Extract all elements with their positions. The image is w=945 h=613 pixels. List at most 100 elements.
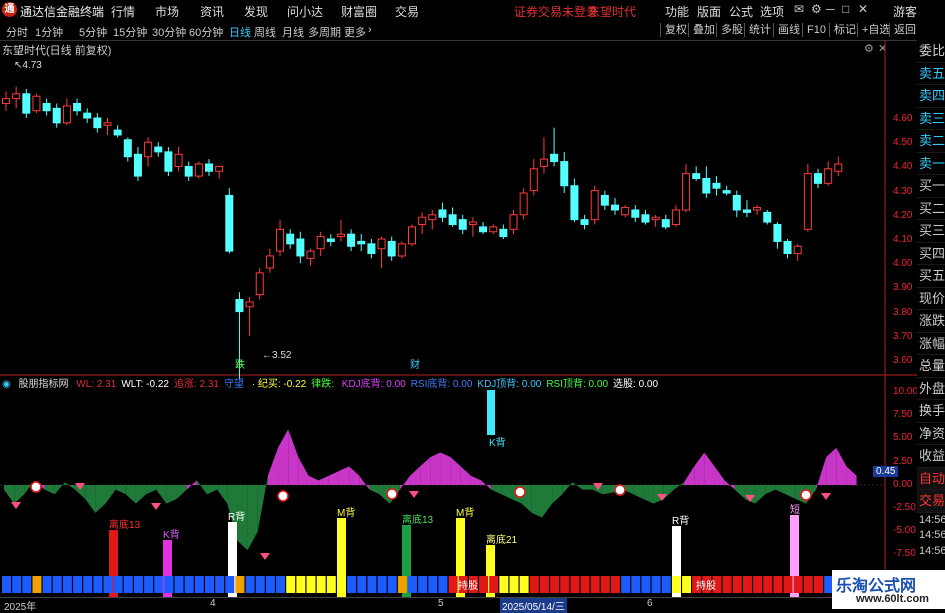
candle-body: [306, 250, 315, 259]
oscillator-area: [338, 466, 350, 485]
state-block: [671, 576, 681, 593]
quote-row[interactable]: 卖五: [917, 62, 945, 85]
maximize-icon[interactable]: □: [842, 2, 849, 16]
quote-row[interactable]: 涨幅: [917, 332, 945, 355]
period-tick[interactable]: 分时: [6, 24, 28, 40]
stock-name-link[interactable]: 东望时代: [588, 3, 636, 20]
state-block: [306, 576, 316, 593]
quote-row[interactable]: 买二: [917, 197, 945, 220]
quote-row[interactable]: 买五: [917, 265, 945, 288]
quote-row[interactable]: 净资: [917, 422, 945, 445]
period-weekly[interactable]: 周线: [254, 24, 276, 40]
btn-back[interactable]: 返回: [889, 23, 920, 37]
period-30min[interactable]: 30分钟: [152, 24, 186, 40]
btn-adjust[interactable]: 复权: [660, 23, 691, 37]
btn-draw[interactable]: 画线: [773, 23, 804, 37]
menu-trade[interactable]: 交易: [395, 3, 419, 20]
settings-icon[interactable]: ⚙: [811, 2, 822, 16]
candle-body: [144, 141, 153, 158]
quote-row[interactable]: 现价: [917, 287, 945, 310]
quote-row[interactable]: 卖一: [917, 152, 945, 175]
state-block: [336, 576, 346, 593]
period-5min[interactable]: 5分钟: [79, 24, 107, 40]
btn-mark[interactable]: 标记: [829, 23, 860, 37]
indicator-collapse-icon[interactable]: ◉: [2, 379, 11, 390]
oscillator-area: [734, 485, 745, 499]
period-multi[interactable]: 多周期: [308, 24, 341, 40]
quote-row[interactable]: 卖四: [917, 85, 945, 108]
oscillator-area: [14, 485, 25, 504]
candle-body: [255, 272, 264, 296]
oscillator-area: [328, 471, 339, 485]
oscillator-area: [115, 485, 126, 495]
quote-row[interactable]: 买一: [917, 175, 945, 198]
btn-multistock[interactable]: 多股: [716, 23, 747, 37]
signal-label: M背: [337, 506, 355, 519]
kline-chart[interactable]: ↖4.73 ←3.52 跌 财离底13 K背 R背 M背离底13 M背离底21 R背 短 K背持股 持…: [0, 40, 917, 597]
oscillator-area: [816, 457, 827, 490]
menu-function[interactable]: 功能: [665, 3, 689, 20]
state-block: [600, 576, 610, 593]
quote-row[interactable]: 买三: [917, 220, 945, 243]
menu-ask[interactable]: 问小达: [287, 3, 323, 20]
quote-row[interactable]: 收益: [917, 445, 945, 468]
candle-body: [428, 214, 437, 221]
menu-options[interactable]: 选项: [760, 3, 784, 20]
state-block: [529, 576, 539, 593]
oscillator-area: [369, 485, 380, 495]
btn-overlay[interactable]: 叠加: [688, 23, 719, 37]
indicator-tick-label: 0.00: [893, 478, 913, 490]
period-daily[interactable]: 日线: [229, 24, 251, 40]
minimize-icon[interactable]: ─: [826, 2, 835, 16]
candle-body: [753, 207, 762, 211]
candle-body: [489, 226, 498, 233]
btn-stats[interactable]: 统计: [744, 23, 775, 37]
oscillator-area: [288, 429, 299, 485]
indicator-field: RSI顶背: 0.00: [546, 379, 609, 390]
quote-row[interactable]: 委比: [917, 40, 945, 63]
quote-row[interactable]: 换手: [917, 400, 945, 423]
signal-label: 短: [790, 503, 800, 516]
period-toolbar: 分时 1分钟 5分钟 15分钟 30分钟 60分钟 日线 周线 月线 多周期 更…: [0, 21, 945, 41]
period-more[interactable]: 更多: [344, 24, 366, 40]
chevron-right-icon[interactable]: ›: [368, 24, 372, 36]
buy-marker: [386, 488, 398, 500]
menu-news[interactable]: 资讯: [200, 3, 224, 20]
menu-layout[interactable]: 版面: [697, 3, 721, 20]
state-block: [803, 576, 813, 593]
candle-body: [225, 194, 234, 252]
oscillator-area: [95, 485, 106, 513]
period-15min[interactable]: 15分钟: [113, 24, 147, 40]
quote-row[interactable]: 外盘: [917, 377, 945, 400]
candle-body: [773, 223, 782, 242]
btn-f10[interactable]: F10: [802, 23, 830, 37]
period-60min[interactable]: 60分钟: [189, 24, 223, 40]
state-block: [367, 576, 377, 593]
menu-wealth[interactable]: 财富圈: [341, 3, 377, 20]
quote-row[interactable]: 卖三: [917, 107, 945, 130]
indicator-name[interactable]: 股朋指标网: [19, 379, 69, 390]
quote-row[interactable]: 总量: [917, 355, 945, 378]
state-block: [560, 576, 570, 593]
buy-marker: [30, 481, 42, 493]
menu-exchange[interactable]: 市场: [155, 3, 179, 20]
mail-icon[interactable]: ✉: [794, 2, 804, 16]
period-monthly[interactable]: 月线: [282, 24, 304, 40]
quote-row[interactable]: 交易: [917, 490, 945, 513]
quote-row[interactable]: 卖二: [917, 130, 945, 153]
candle-body: [692, 173, 701, 180]
quote-row[interactable]: 涨跌: [917, 310, 945, 333]
menu-market[interactable]: 行情: [111, 3, 135, 20]
candle-body: [397, 243, 406, 257]
period-1min[interactable]: 1分钟: [35, 24, 63, 40]
close-icon[interactable]: ✕: [858, 2, 868, 16]
quote-row[interactable]: 买四: [917, 242, 945, 265]
candle-body: [438, 209, 447, 218]
state-block: [62, 576, 72, 593]
menu-formula[interactable]: 公式: [729, 3, 753, 20]
quote-row[interactable]: 自动: [917, 467, 945, 490]
oscillator-area: [450, 457, 461, 485]
trade-status[interactable]: 证券交易未登录: [514, 3, 598, 20]
guest-link[interactable]: 游客: [893, 3, 917, 20]
menu-discover[interactable]: 发现: [244, 3, 268, 20]
